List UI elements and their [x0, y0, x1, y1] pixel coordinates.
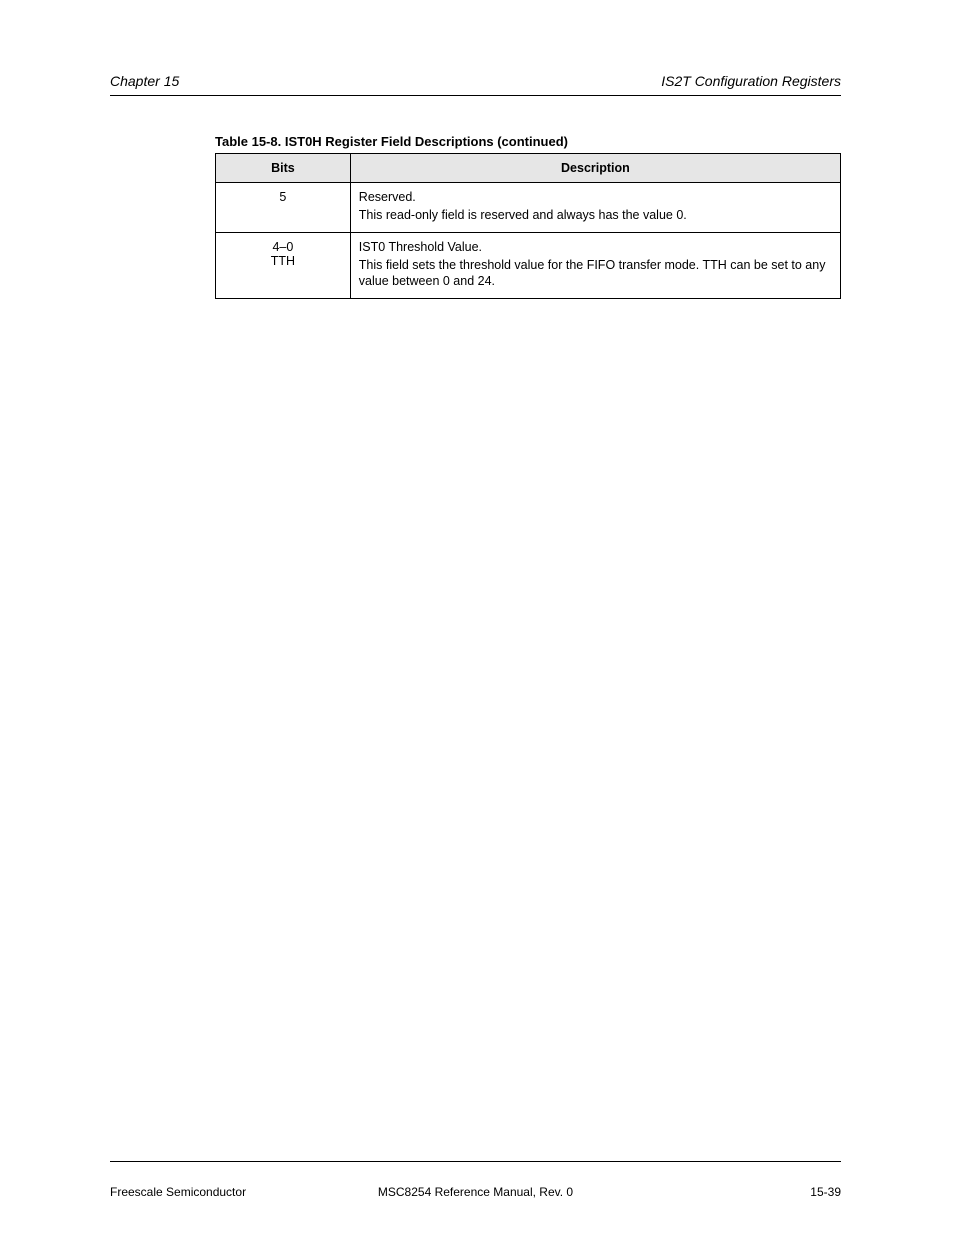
- table-header-desc: Description: [350, 154, 840, 183]
- page-header: Chapter 15 IS2T Configuration Registers: [110, 73, 841, 95]
- table-cell-desc: Reserved. This read-only field is reserv…: [350, 183, 840, 233]
- desc-line: This read-only field is reserved and alw…: [359, 208, 832, 224]
- footer-center: MSC8254 Reference Manual, Rev. 0: [110, 1185, 841, 1199]
- table-header-row: Bits Description: [216, 154, 841, 183]
- table-row: 4–0 TTH IST0 Threshold Value. This field…: [216, 233, 841, 299]
- footer-rule: [110, 1161, 841, 1162]
- table-row: 5 Reserved. This read-only field is rese…: [216, 183, 841, 233]
- header-rule: [110, 95, 841, 96]
- table-caption: Table 15-8. IST0H Register Field Descrip…: [215, 134, 841, 149]
- table-cell-bits: 5: [216, 183, 351, 233]
- table-cell-bits: 4–0 TTH: [216, 233, 351, 299]
- desc-line: This field sets the threshold value for …: [359, 258, 832, 289]
- header-left: Chapter 15: [110, 73, 179, 89]
- register-table: Bits Description 5 Reserved. This read-o…: [215, 153, 841, 299]
- header-right: IS2T Configuration Registers: [661, 73, 841, 89]
- desc-line: IST0 Threshold Value.: [359, 240, 832, 256]
- desc-line: Reserved.: [359, 190, 832, 206]
- table-cell-desc: IST0 Threshold Value. This field sets th…: [350, 233, 840, 299]
- table-header-bits: Bits: [216, 154, 351, 183]
- footer-right: 15-39: [810, 1185, 841, 1199]
